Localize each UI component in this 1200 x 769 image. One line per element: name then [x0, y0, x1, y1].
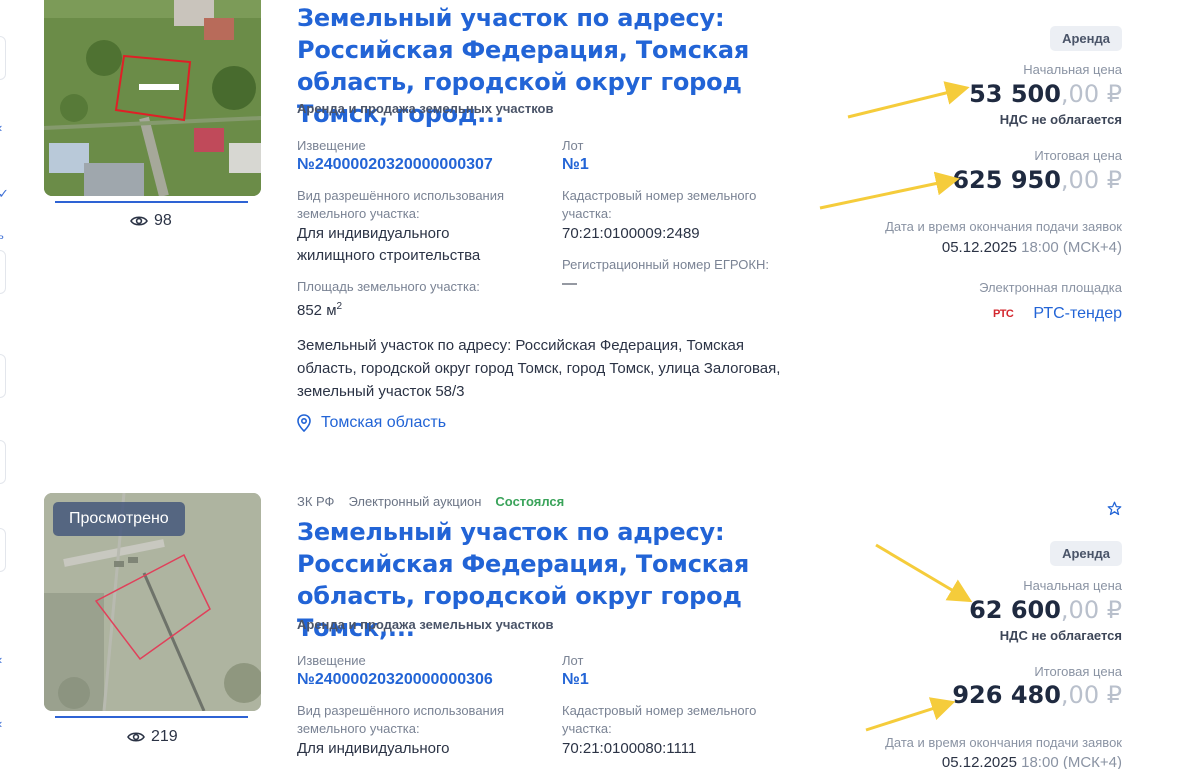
- annotation-arrows: [819, 81, 973, 732]
- arrow-final-price-2: [865, 697, 956, 732]
- arrow-start-price-1: [847, 81, 970, 119]
- arrow-final-price-1: [819, 171, 960, 210]
- arrow-start-price-2: [875, 543, 973, 603]
